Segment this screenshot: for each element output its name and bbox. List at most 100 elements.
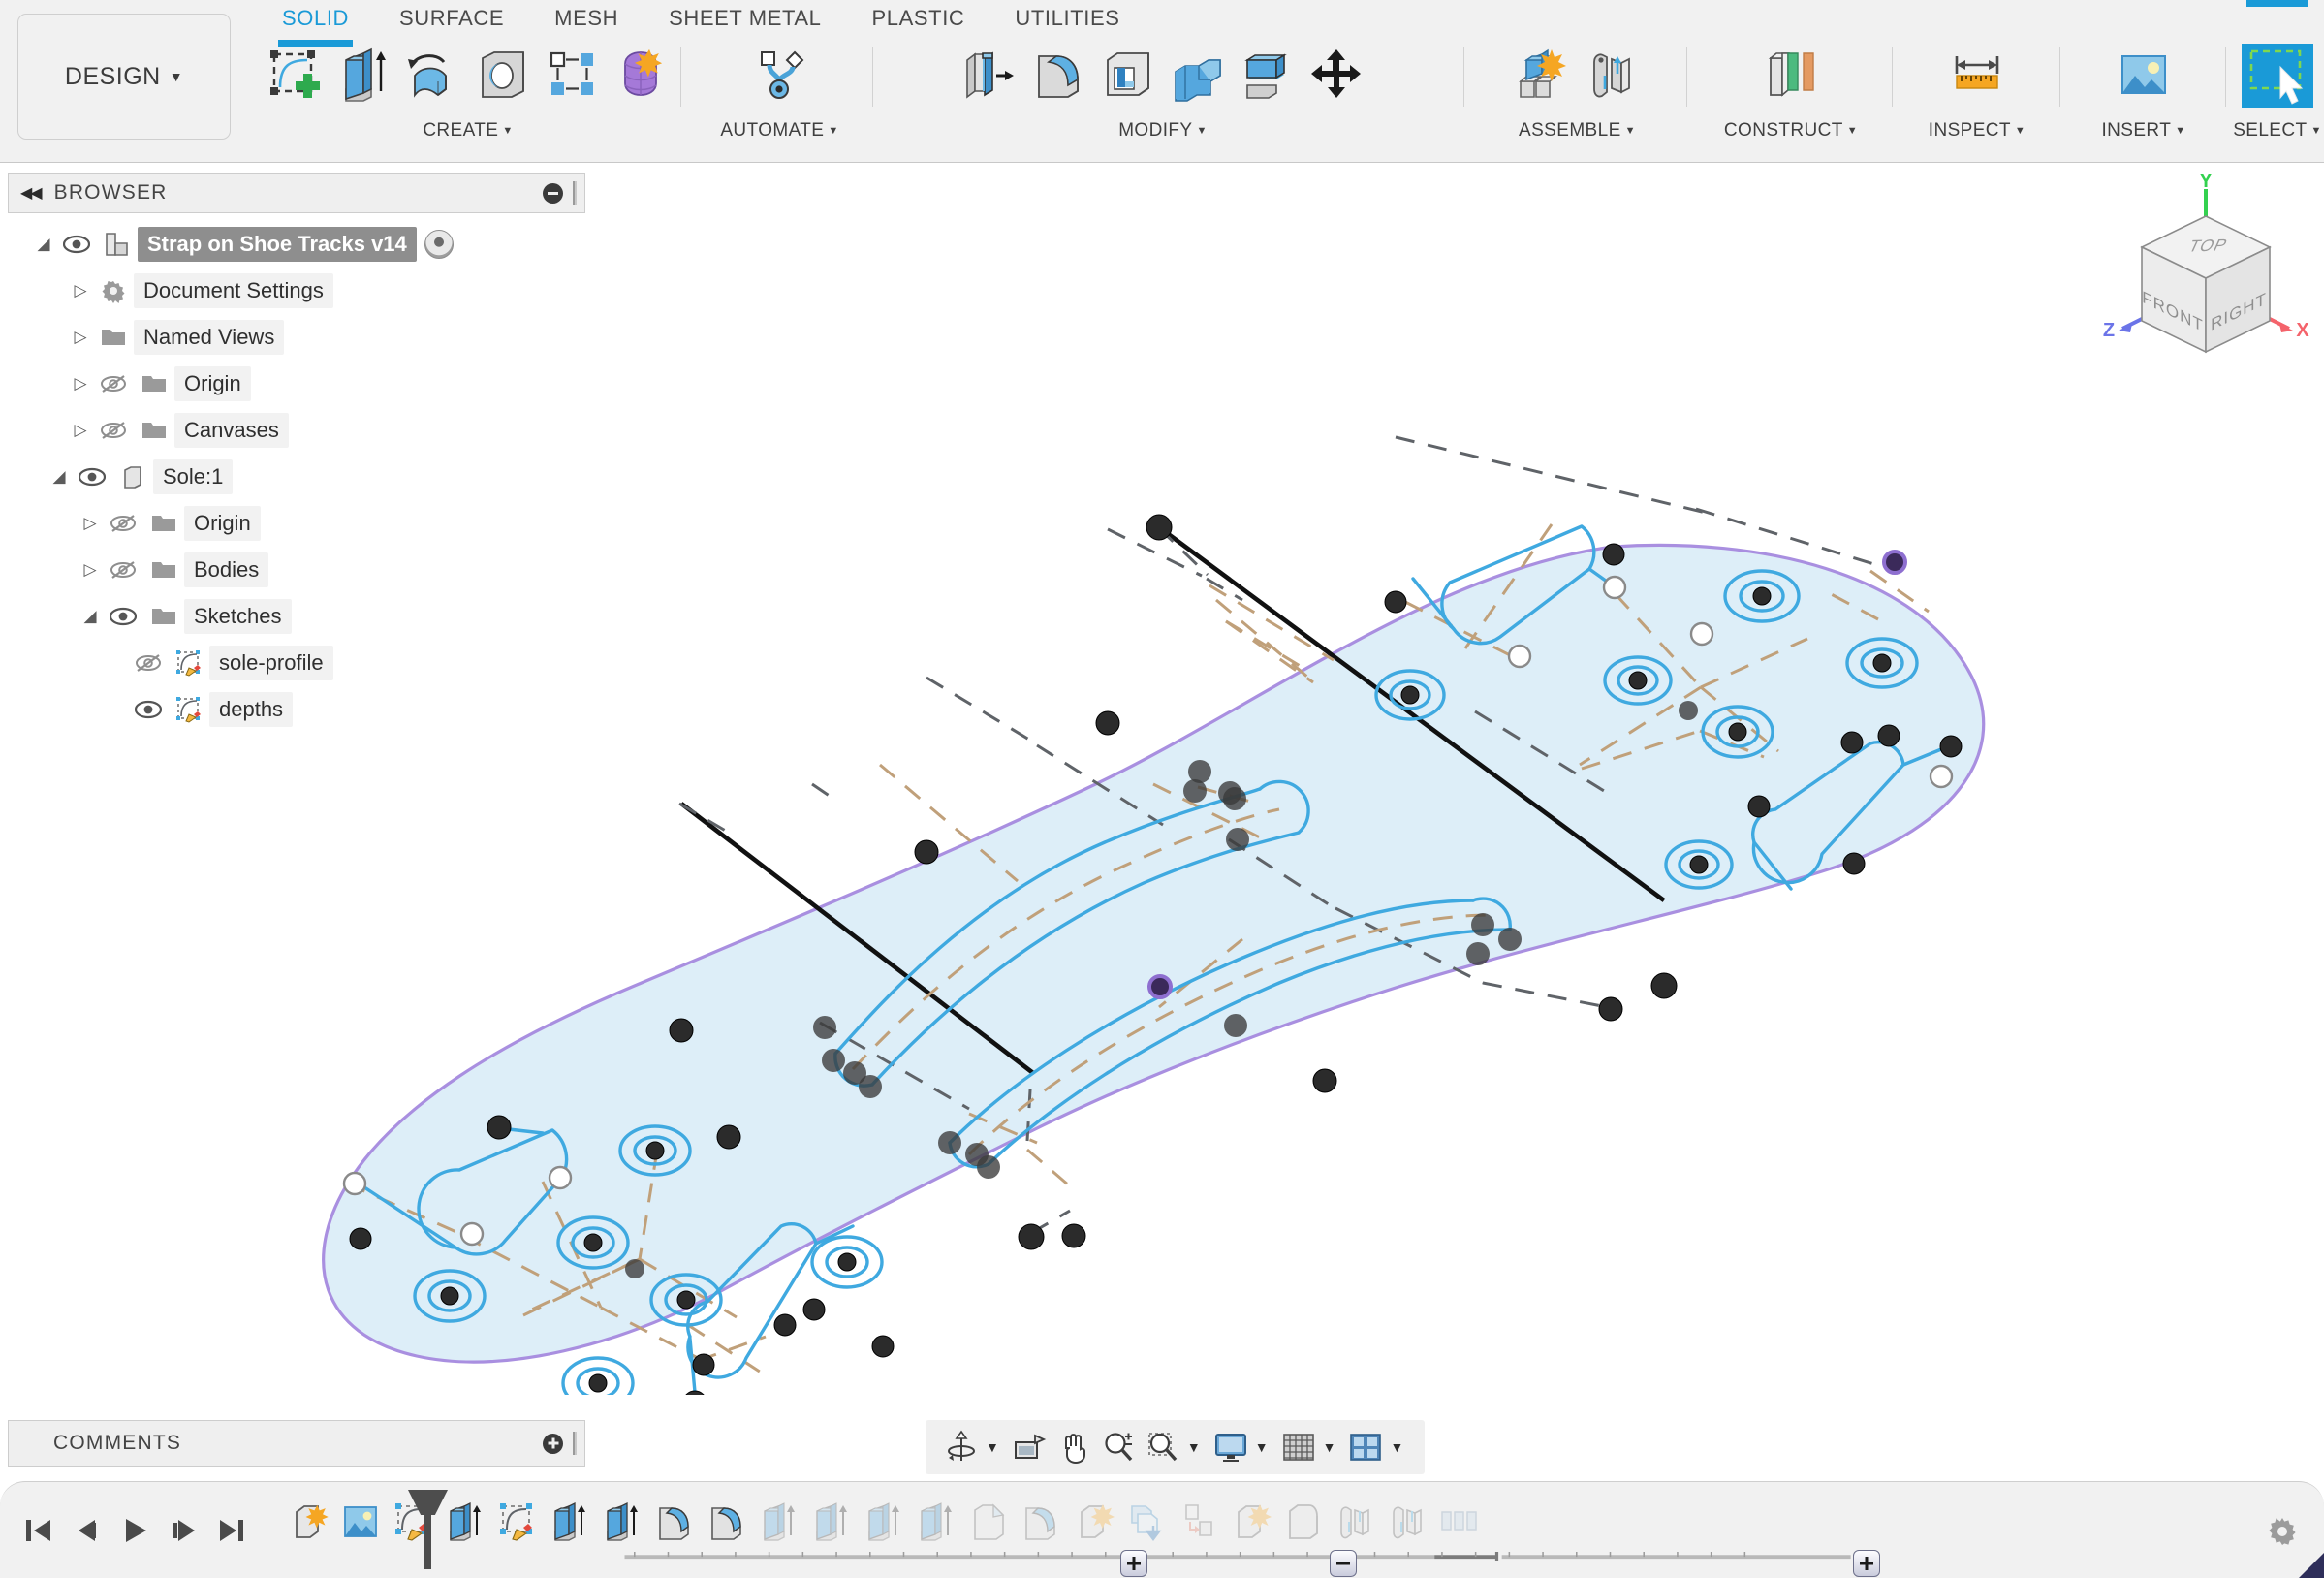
revolve-icon[interactable] <box>401 41 465 109</box>
visibility-eye-icon[interactable] <box>128 700 169 719</box>
ribbon-group-automate-label[interactable]: AUTOMATE ▼ <box>690 120 869 142</box>
chevron-down-icon[interactable]: ▼ <box>1390 1439 1403 1455</box>
expand-arrow-icon[interactable]: ◢ <box>47 467 72 487</box>
tree-label[interactable]: Named Views <box>134 320 285 355</box>
tree-label[interactable]: Canvases <box>174 413 289 448</box>
grid-snaps-icon[interactable] <box>1276 1425 1321 1469</box>
move-copy-icon[interactable] <box>1304 41 1368 109</box>
chevron-down-icon[interactable]: ▼ <box>986 1439 999 1455</box>
display-settings-icon[interactable] <box>1209 1425 1253 1469</box>
pan-hand-icon[interactable] <box>1052 1425 1096 1469</box>
timeline-feature-extrude[interactable] <box>597 1498 647 1546</box>
timeline-feature-fillet[interactable] <box>702 1498 752 1546</box>
timeline-feature-fillet[interactable] <box>1016 1498 1066 1546</box>
timeline-feature-sketch[interactable] <box>492 1498 543 1546</box>
tab-utilities[interactable]: UTILITIES <box>989 4 1145 39</box>
timeline-track[interactable] <box>281 1494 2198 1577</box>
viewports-icon[interactable] <box>1343 1425 1388 1469</box>
tree-label[interactable]: Document Settings <box>134 273 333 308</box>
tree-item-canvases[interactable]: ▷ Canvases <box>8 407 585 454</box>
timeline-feature-extrude[interactable] <box>859 1498 909 1546</box>
fillet-icon[interactable] <box>1027 41 1091 109</box>
chevron-down-icon[interactable]: ▼ <box>1187 1439 1201 1455</box>
tree-label[interactable]: sole-profile <box>209 646 333 680</box>
add-comment-icon[interactable] <box>543 1433 563 1454</box>
step-forward-icon[interactable] <box>159 1507 207 1554</box>
minimize-icon[interactable] <box>543 182 563 204</box>
measure-icon[interactable] <box>1945 41 2009 109</box>
collapse-arrow-icon[interactable]: ▷ <box>78 560 103 580</box>
offset-face-icon[interactable] <box>1236 41 1300 109</box>
timeline-group-collapse[interactable] <box>1330 1550 1357 1577</box>
go-to-start-icon[interactable] <box>14 1507 62 1554</box>
expand-arrow-icon[interactable]: ◢ <box>31 235 56 254</box>
hole-icon[interactable] <box>471 41 535 109</box>
timeline-rollback-marker[interactable] <box>424 1494 431 1569</box>
ribbon-group-create-label[interactable]: CREATE ▼ <box>260 120 676 142</box>
visibility-eye-icon[interactable] <box>103 607 143 626</box>
tree-item-sketches[interactable]: ◢ Sketches <box>8 593 585 640</box>
timeline-feature-new-component[interactable] <box>1068 1498 1118 1546</box>
ribbon-group-insert-label[interactable]: INSERT ▼ <box>2066 120 2221 142</box>
visibility-eye-off-icon[interactable] <box>93 421 134 440</box>
tab-solid[interactable]: SOLID <box>257 4 374 47</box>
extrude-icon[interactable] <box>332 41 396 109</box>
offset-plane-icon[interactable] <box>1759 41 1823 109</box>
timeline-group-expand[interactable] <box>1853 1550 1880 1577</box>
timeline-feature-extrude[interactable] <box>806 1498 857 1546</box>
shell-icon[interactable] <box>1096 41 1160 109</box>
tree-label[interactable]: Sole:1 <box>153 459 234 494</box>
tree-label[interactable]: Bodies <box>184 552 269 587</box>
timeline-feature-joint[interactable] <box>1330 1498 1380 1546</box>
timeline-feature-move-copy[interactable] <box>1173 1498 1223 1546</box>
tree-item-origin[interactable]: ▷ Origin <box>8 361 585 407</box>
automate-generative-icon[interactable] <box>748 41 812 109</box>
tree-item-document-settings[interactable]: ▷ Document Settings <box>8 268 585 314</box>
rectangular-pattern-icon[interactable] <box>541 41 605 109</box>
tree-item-sole-component[interactable]: ◢ Sole:1 <box>8 454 585 500</box>
timeline-group-expand[interactable] <box>1120 1550 1147 1577</box>
timeline-feature-new-component[interactable] <box>283 1498 333 1546</box>
ribbon-group-construct-label[interactable]: CONSTRUCT ▼ <box>1694 120 1888 142</box>
tree-item-root[interactable]: ◢ Strap on Shoe Tracks v14 <box>8 221 585 268</box>
ribbon-group-assemble-label[interactable]: ASSEMBLE ▼ <box>1473 120 1681 142</box>
tab-surface[interactable]: SURFACE <box>374 4 529 39</box>
create-sketch-icon[interactable] <box>263 41 327 109</box>
form-icon[interactable] <box>610 41 674 109</box>
timeline-feature-chamfer[interactable] <box>963 1498 1014 1546</box>
timeline-settings-gear-icon[interactable] <box>2266 1515 2299 1553</box>
look-at-icon[interactable] <box>1007 1425 1052 1469</box>
expand-arrow-icon[interactable]: ◢ <box>78 607 103 626</box>
tree-label[interactable]: Sketches <box>184 599 292 634</box>
activate-radio-icon[interactable] <box>424 230 454 259</box>
timeline-feature-fillet[interactable] <box>649 1498 700 1546</box>
visibility-eye-off-icon[interactable] <box>93 374 134 394</box>
timeline-feature-pattern[interactable] <box>1434 1498 1485 1546</box>
resize-grip-icon[interactable] <box>573 1432 577 1455</box>
zoom-icon[interactable] <box>1096 1425 1141 1469</box>
chevron-down-icon[interactable]: ▼ <box>1323 1439 1336 1455</box>
visibility-eye-icon[interactable] <box>72 467 112 487</box>
timeline-feature-new-component[interactable] <box>1225 1498 1275 1546</box>
orbit-icon[interactable] <box>939 1425 984 1469</box>
new-component-icon[interactable] <box>1511 41 1575 109</box>
press-pull-icon[interactable] <box>958 41 1021 109</box>
tree-item-sketch-sole-profile[interactable]: sole-profile <box>8 640 585 686</box>
tab-plastic[interactable]: PLASTIC <box>847 4 990 39</box>
visibility-eye-off-icon[interactable] <box>128 653 169 673</box>
step-back-icon[interactable] <box>62 1507 110 1554</box>
timeline-feature-canvas[interactable] <box>335 1498 386 1546</box>
visibility-eye-off-icon[interactable] <box>103 514 143 533</box>
insert-canvas-icon[interactable] <box>2112 41 2176 109</box>
go-to-end-icon[interactable] <box>207 1507 256 1554</box>
tree-item-sole-origin[interactable]: ▷ Origin <box>8 500 585 547</box>
tab-sheet-metal[interactable]: SHEET METAL <box>644 4 846 39</box>
workspace-switcher-button[interactable]: DESIGN ▼ <box>17 14 231 140</box>
tree-label[interactable]: Strap on Shoe Tracks v14 <box>138 227 417 262</box>
timeline-feature-extrude[interactable] <box>754 1498 804 1546</box>
timeline-feature-extrude[interactable] <box>440 1498 490 1546</box>
tree-label[interactable]: Origin <box>184 506 261 541</box>
play-icon[interactable] <box>110 1507 159 1554</box>
tree-item-bodies[interactable]: ▷ Bodies <box>8 547 585 593</box>
tree-item-named-views[interactable]: ▷ Named Views <box>8 314 585 361</box>
